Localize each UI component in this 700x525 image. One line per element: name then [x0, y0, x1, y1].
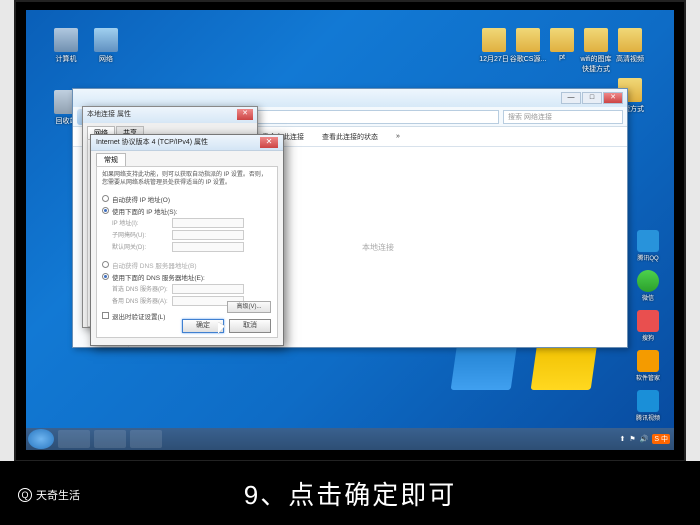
- dns1-input[interactable]: [172, 284, 244, 294]
- advanced-button[interactable]: 高级(V)...: [227, 301, 271, 313]
- system-tray[interactable]: ⬆ ⚑ 🔊 S 中: [620, 434, 671, 444]
- radio-auto-ip[interactable]: 自动获得 IP 地址(O): [102, 194, 272, 204]
- props-close-button[interactable]: ✕: [237, 109, 253, 120]
- video-caption-bar: 9、点击确定即可: [0, 461, 700, 525]
- ipv4-title-text: Internet 协议版本 4 (TCP/IPv4) 属性: [96, 137, 208, 148]
- side-icon-video[interactable]: 腾讯视频: [634, 390, 662, 422]
- monitor-frame: 计算机 网络 回收站 12月27日 谷歌CS源... pt wifi的图库 快捷…: [14, 0, 686, 462]
- tool-more[interactable]: »: [396, 133, 400, 140]
- cancel-button[interactable]: 取消: [229, 319, 271, 333]
- ipv4-close-button[interactable]: ✕: [260, 137, 278, 148]
- ipv4-description: 如果网络支持此功能，则可以获取自动指派的 IP 设置。否则，您需要从网络系统管理…: [102, 172, 272, 188]
- desktop-icon-computer[interactable]: 计算机: [46, 28, 86, 64]
- tray-up-icon[interactable]: ⬆: [620, 435, 626, 443]
- cursor-icon: [218, 322, 228, 336]
- maximize-button[interactable]: □: [582, 92, 602, 104]
- ip-input[interactable]: [172, 218, 244, 228]
- ipv4-tab-general[interactable]: 常规: [96, 153, 126, 166]
- close-button[interactable]: ✕: [603, 92, 623, 104]
- desktop: 计算机 网络 回收站 12月27日 谷歌CS源... pt wifi的图库 快捷…: [26, 10, 674, 450]
- tray-flag-icon[interactable]: ⚑: [629, 435, 635, 443]
- radio-manual-ip[interactable]: 使用下面的 IP 地址(S):: [102, 206, 272, 216]
- watermark-logo-icon: Q: [18, 488, 32, 502]
- props-title-text: 本地连接 属性: [87, 109, 131, 121]
- radio-icon: [102, 273, 109, 280]
- gateway-label: 默认网关(D):: [112, 242, 168, 251]
- taskbar: ⬆ ⚑ 🔊 S 中: [26, 428, 674, 450]
- explorer-titlebar: — □ ✕: [73, 89, 627, 107]
- ipv4-properties-dialog: Internet 协议版本 4 (TCP/IPv4) 属性 ✕ 常规 如果网络支…: [90, 134, 284, 346]
- watermark: Q 天奇生活: [18, 487, 80, 503]
- taskbar-item[interactable]: [94, 430, 126, 448]
- start-button[interactable]: [28, 429, 54, 449]
- taskbar-item[interactable]: [130, 430, 162, 448]
- tool-status[interactable]: 查看此连接的状态: [322, 132, 378, 142]
- tray-sound-icon[interactable]: 🔊: [640, 435, 649, 443]
- dns2-label: 备用 DNS 服务器(A):: [112, 296, 168, 305]
- watermark-text: 天奇生活: [36, 487, 80, 503]
- gateway-input[interactable]: [172, 242, 244, 252]
- desktop-icon-network[interactable]: 网络: [86, 28, 126, 64]
- taskbar-item[interactable]: [58, 430, 90, 448]
- side-icon-qq[interactable]: 腾讯QQ: [634, 230, 662, 262]
- radio-auto-dns[interactable]: 自动获得 DNS 服务器地址(B): [102, 260, 272, 270]
- minimize-button[interactable]: —: [561, 92, 581, 104]
- ipv4-titlebar: Internet 协议版本 4 (TCP/IPv4) 属性 ✕: [91, 135, 283, 151]
- search-input[interactable]: 搜索 网络连接: [503, 110, 623, 124]
- mask-input[interactable]: [172, 230, 244, 240]
- radio-icon: [102, 195, 109, 202]
- desktop-icon-folder-5[interactable]: 高清视频: [610, 28, 650, 64]
- dns1-label: 首选 DNS 服务器(P):: [112, 284, 168, 293]
- tray-ime-icon[interactable]: S 中: [652, 434, 670, 444]
- radio-icon: [102, 261, 109, 268]
- radio-icon: [102, 207, 109, 214]
- props-titlebar: 本地连接 属性 ✕: [83, 107, 257, 123]
- radio-manual-dns[interactable]: 使用下面的 DNS 服务器地址(E):: [102, 272, 272, 282]
- side-icon-wechat[interactable]: 微信: [634, 270, 662, 302]
- caption-text: 9、点击确定即可: [244, 475, 456, 512]
- side-icon-sogou[interactable]: 搜狗: [634, 310, 662, 342]
- mask-label: 子网掩码(U):: [112, 230, 168, 239]
- ip-label: IP 地址(I):: [112, 218, 168, 227]
- side-icon-softmgr[interactable]: 软件管家: [634, 350, 662, 382]
